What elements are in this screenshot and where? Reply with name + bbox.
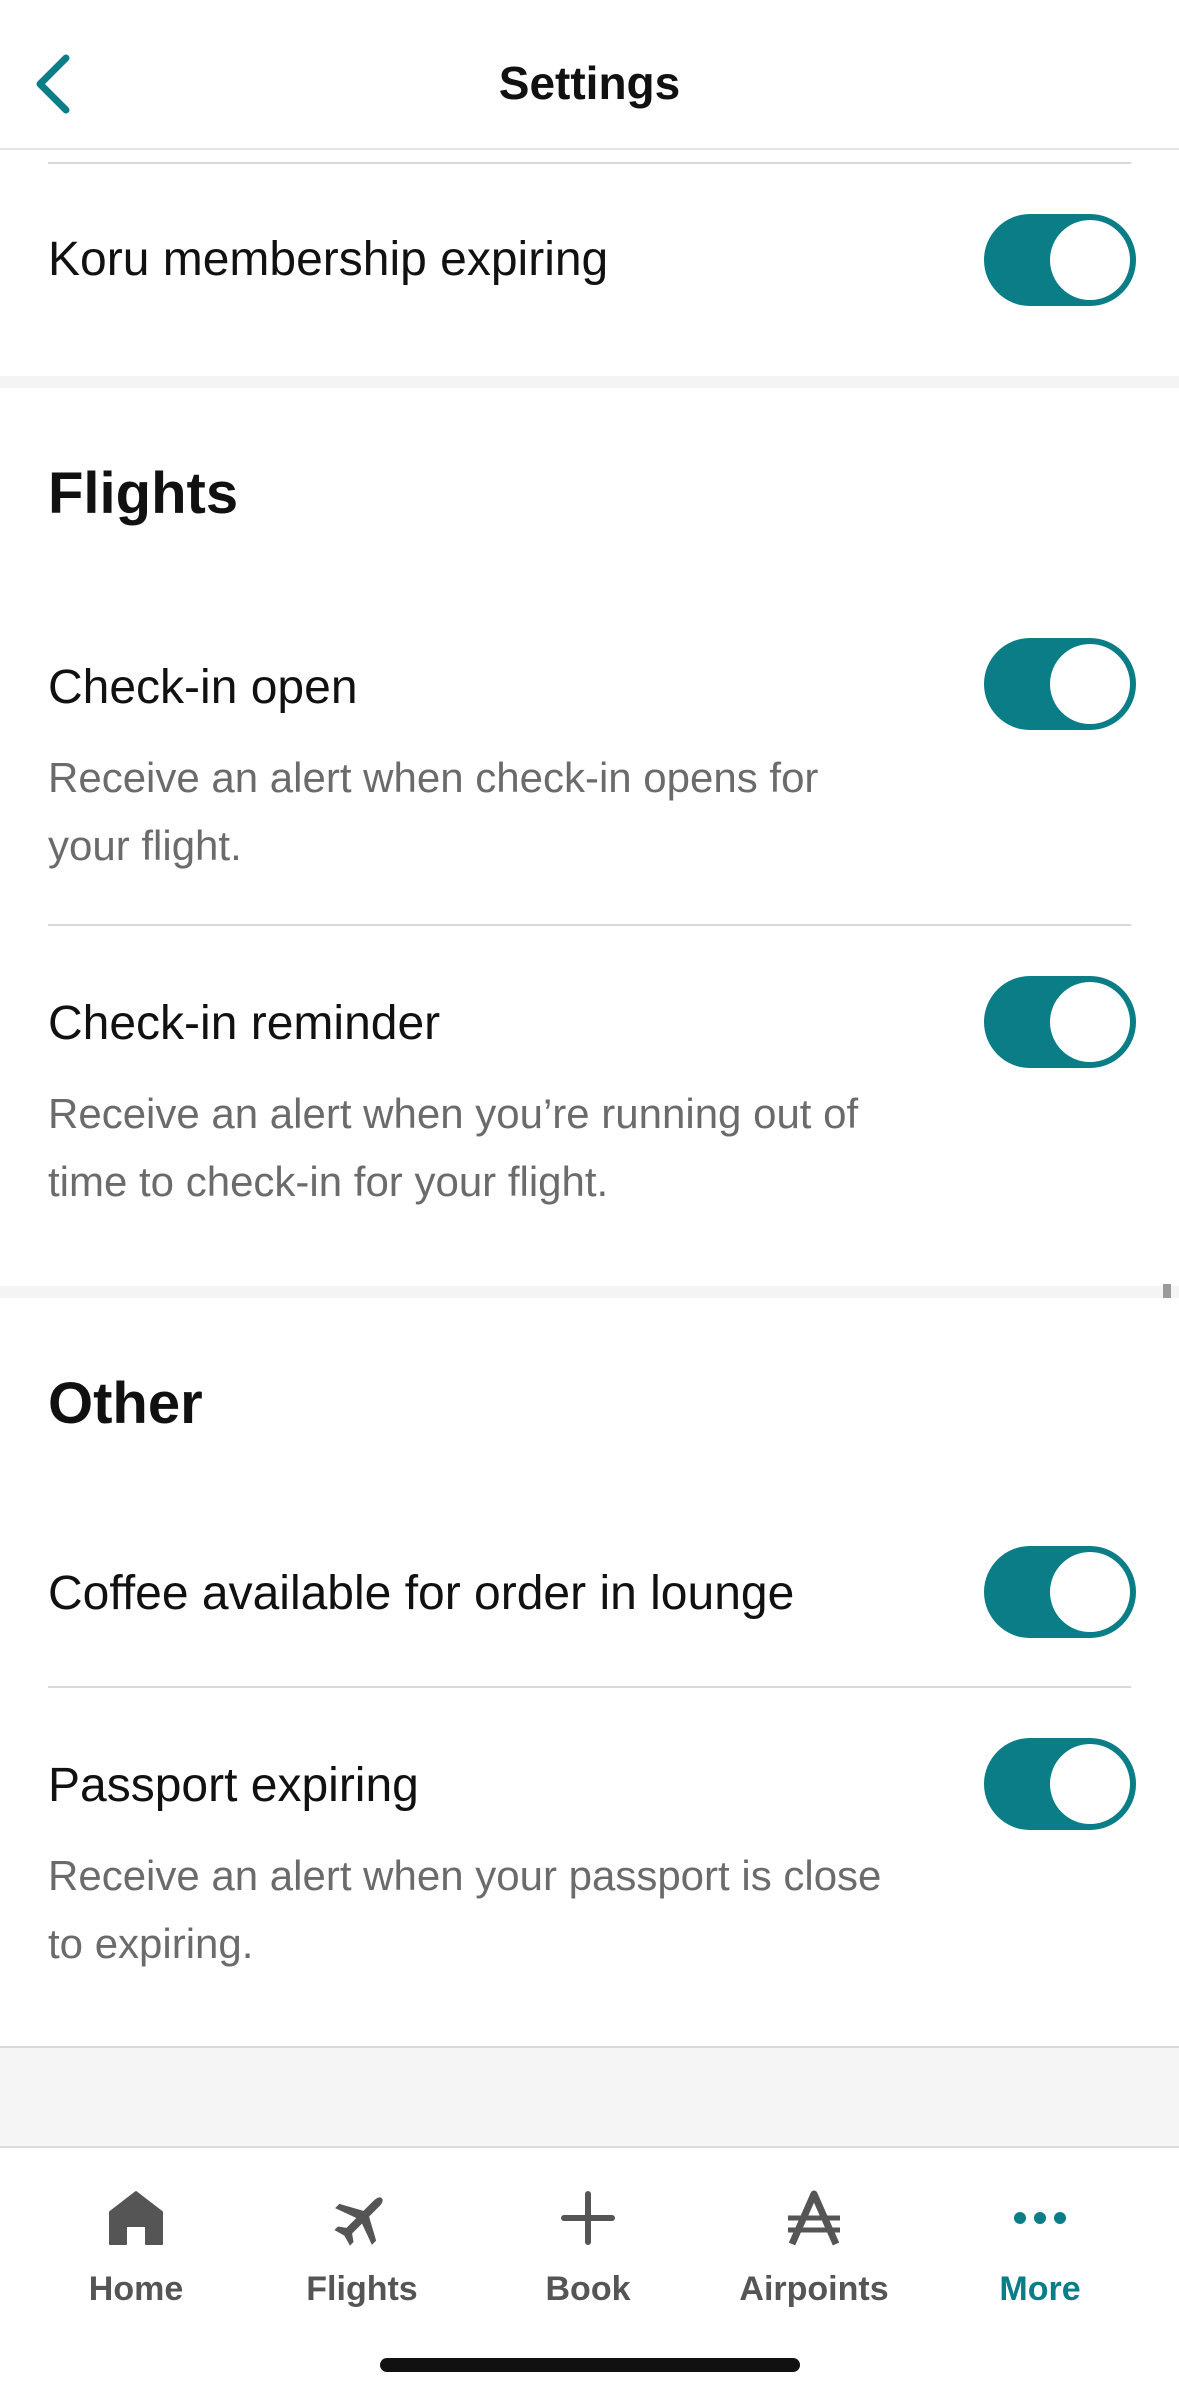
plus-icon [548,2178,628,2258]
koru-section: Koru membership expiring [0,150,1179,376]
tab-label: Airpoints [739,2270,889,2308]
tab-label: Flights [306,2270,418,2308]
toggle-knob [1050,220,1130,300]
divider [48,924,1131,926]
tab-label: Home [88,2270,184,2308]
tab-label: Book [545,2270,631,2308]
toggle-knob [1050,982,1130,1062]
home-icon [96,2178,176,2258]
check-in-open-label: Check-in open [48,661,358,714]
description-line: Receive an alert when your passport is c… [48,1852,882,1899]
check-in-open-toggle[interactable] [984,638,1136,730]
nav-header: Settings [0,0,1179,150]
divider [48,162,1131,164]
tab-book[interactable]: Book [488,2178,688,2318]
check-in-reminder-label: Check-in reminder [48,997,441,1050]
coffee-available-label: Coffee available for order in lounge [48,1567,795,1620]
plane-icon [322,2178,402,2258]
coffee-available-toggle[interactable] [984,1546,1136,1638]
description-line: Receive an alert when you’re running out… [48,1090,859,1137]
description-line: Receive an alert when check-in opens for [48,754,819,801]
description-line: to expiring. [48,1920,254,1967]
home-indicator [380,2358,800,2372]
tab-more[interactable]: More [940,2178,1140,2318]
tab-flights[interactable]: Flights [262,2178,462,2318]
check-in-reminder-toggle[interactable] [984,976,1136,1068]
tab-label: More [999,2270,1081,2308]
flights-section-title: Flights [48,461,239,526]
section-gap [0,376,1179,388]
divider [0,2046,1179,2048]
divider [48,1686,1131,1688]
toggle-knob [1050,644,1130,724]
passport-expiring-label: Passport expiring [48,1759,419,1812]
page-title: Settings [498,57,681,109]
section-gap [0,1286,1179,1298]
passport-expiring-description: Receive an alert when your passport is c… [48,1842,948,1978]
airpoints-icon [774,2178,854,2258]
flights-section: Flights Check-in open Receive an alert w… [0,388,1179,1286]
toggle-knob [1050,1552,1130,1632]
toggle-knob [1050,1744,1130,1824]
tab-airpoints[interactable]: Airpoints [714,2178,914,2318]
other-section: Other Coffee available for order in loun… [0,1298,1179,2048]
description-line: your flight. [48,822,242,869]
settings-screen: Settings Koru membership expiring Flight… [0,0,1179,2396]
more-dots-icon [1000,2178,1080,2258]
check-in-open-description: Receive an alert when check-in opens for… [48,744,948,880]
description-line: time to check-in for your flight. [48,1158,609,1205]
passport-expiring-toggle[interactable] [984,1738,1136,1830]
koru-membership-toggle[interactable] [984,214,1136,306]
other-section-title: Other [48,1371,203,1436]
check-in-reminder-description: Receive an alert when you’re running out… [48,1080,948,1216]
koru-membership-label: Koru membership expiring [48,233,609,286]
content-bottom-area [0,2048,1179,2148]
tab-home[interactable]: Home [36,2178,236,2318]
